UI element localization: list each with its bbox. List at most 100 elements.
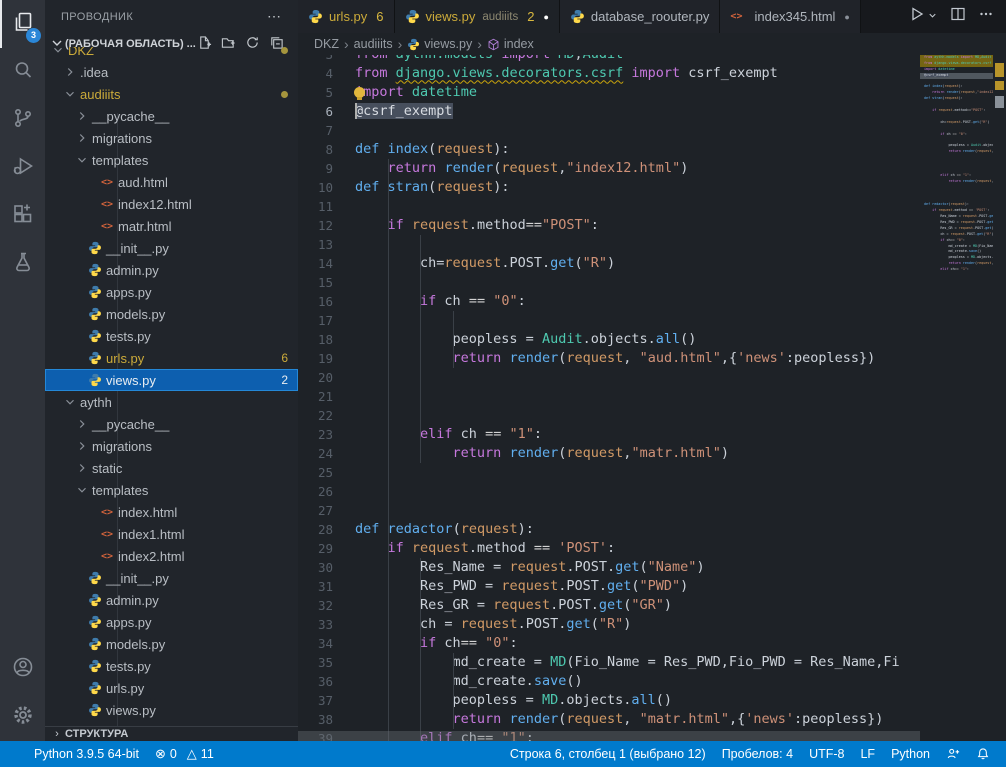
code-line-12[interactable]: 12 if request.method=="POST": [298,216,920,235]
tree-item-migrations[interactable]: migrations [45,435,298,457]
tree-item-admin-py[interactable]: admin.py [45,589,298,611]
more-actions-icon[interactable]: ⋯ [267,8,282,25]
tree-item-index1-html[interactable]: <>index1.html [45,523,298,545]
status-cursor-position[interactable]: Строка 6, столбец 1 (выбрано 12) [502,741,714,767]
status-python-interpreter[interactable]: Python 3.9.5 64-bit [26,741,147,767]
tree-item-migrations[interactable]: migrations [45,127,298,149]
tab-urls-py[interactable]: urls.py6 [298,0,395,33]
code-line-8[interactable]: 8def index(request): [298,140,920,159]
code-line-19[interactable]: 19 return render(request, "aud.html",{'n… [298,349,920,368]
tree-item-index-html[interactable]: <>index.html [45,501,298,523]
code-line-38[interactable]: 38 return render(request, "matr.html",{'… [298,710,920,729]
activity-item-testing[interactable] [0,240,45,288]
tree-item-aythh[interactable]: aythh [45,391,298,413]
tree-item-static[interactable]: static [45,457,298,479]
tree-item--pycache-[interactable]: __pycache__ [45,413,298,435]
code-line-37[interactable]: 37 peopless = MD.objects.all() [298,691,920,710]
code-line-20[interactable]: 20 [298,368,920,387]
code-line-34[interactable]: 34 if ch== "0": [298,634,920,653]
tree-item-apps-py[interactable]: apps.py [45,281,298,303]
code-line-4[interactable]: 4from django.views.decorators.csrf impor… [298,64,920,83]
tree-item-aud-html[interactable]: <>aud.html [45,171,298,193]
code-line-5[interactable]: 5import datetime [298,83,920,102]
tree-item-tests-py[interactable]: tests.py [45,325,298,347]
tree-item-matr-html[interactable]: <>matr.html [45,215,298,237]
activity-item-extensions[interactable] [0,192,45,240]
activity-item-account[interactable] [0,645,45,693]
status-notifications[interactable] [968,741,998,767]
activity-item-source-control[interactable] [0,96,45,144]
breadcrumb-item-dkz[interactable]: DKZ [314,37,339,51]
code-line-6[interactable]: 6@csrf_exempt [298,102,920,121]
more-actions-icon[interactable] [978,6,994,27]
code-line-13[interactable]: 13 [298,235,920,254]
split-editor-icon[interactable] [950,6,966,27]
code-line-31[interactable]: 31 Res_PWD = request.POST.get("PWD") [298,577,920,596]
activity-item-run-and-debug[interactable] [0,144,45,192]
code-line-24[interactable]: 24 return render(request,"matr.html") [298,444,920,463]
status-indentation[interactable]: Пробелов: 4 [714,741,801,767]
tree-item--init-py[interactable]: __init__.py [45,237,298,259]
run-button[interactable] [909,6,938,27]
status-encoding[interactable]: UTF-8 [801,741,852,767]
code-line-23[interactable]: 23 elif ch == "1": [298,425,920,444]
code-line-16[interactable]: 16 if ch == "0": [298,292,920,311]
code-line-18[interactable]: 18 peopless = Audit.objects.all() [298,330,920,349]
tree-item--pycache-[interactable]: __pycache__ [45,105,298,127]
minimap[interactable]: from aythh.models import MD,Auditfrom dj… [920,55,993,741]
breadcrumb-item-views-py[interactable]: views.py [407,37,472,51]
tree-item-urls-py[interactable]: urls.py6 [45,347,298,369]
code-line-14[interactable]: 14 ch=request.POST.get("R") [298,254,920,273]
activity-item-explorer[interactable]: 3 [0,0,45,48]
code-line-35[interactable]: 35 md_create = MD(Fio_Name = Res_PWD,Fio… [298,653,920,672]
horizontal-scrollbar[interactable] [298,731,920,741]
tab-index345-html[interactable]: <>index345.html● [720,0,860,33]
code-line-33[interactable]: 33 ch = request.POST.get("R") [298,615,920,634]
tree-item-audiiits[interactable]: audiiits [45,83,298,105]
status-problems[interactable]: ⊗0△11 [147,741,222,767]
code-line-22[interactable]: 22 [298,406,920,425]
tree-item-models-py[interactable]: models.py [45,303,298,325]
status-feedback[interactable] [938,741,968,767]
status-eol[interactable]: LF [852,741,883,767]
code-line-10[interactable]: 10def stran(request): [298,178,920,197]
code-line-3[interactable]: 3from aythh.models import MD,Audit [298,55,920,64]
breadcrumb-item-audiiits[interactable]: audiiits [354,37,393,51]
code-line-27[interactable]: 27 [298,501,920,520]
tree-item-urls-py[interactable]: urls.py [45,677,298,699]
code-line-9[interactable]: 9 return render(request,"index12.html") [298,159,920,178]
tab-views-py[interactable]: views.pyaudiiits2● [395,0,560,33]
overview-ruler[interactable] [993,55,1006,741]
code-line-17[interactable]: 17 [298,311,920,330]
code-line-7[interactable]: 7 [298,121,920,140]
code-line-21[interactable]: 21 [298,387,920,406]
code-line-15[interactable]: 15 [298,273,920,292]
tree-item-index12-html[interactable]: <>index12.html [45,193,298,215]
outline-section-header[interactable]: › СТРУКТУРА [45,726,298,741]
tree-item-views-py[interactable]: views.py2 [45,369,298,391]
tree-item-models-py[interactable]: models.py [45,633,298,655]
tab-database-roouter-py[interactable]: database_roouter.py [560,0,721,33]
tree-item-apps-py[interactable]: apps.py [45,611,298,633]
activity-item-settings[interactable] [0,693,45,741]
code-line-26[interactable]: 26 [298,482,920,501]
code-line-28[interactable]: 28def redactor(request): [298,520,920,539]
code-line-25[interactable]: 25 [298,463,920,482]
code-line-30[interactable]: 30 Res_Name = request.POST.get("Name") [298,558,920,577]
tree-item-templates[interactable]: templates [45,149,298,171]
breadcrumb-item-index[interactable]: index [487,37,534,51]
tree-item-dkz[interactable]: DKZ [45,47,298,61]
tree-item--idea[interactable]: .idea [45,61,298,83]
code-line-29[interactable]: 29 if request.method == 'POST': [298,539,920,558]
code-line-32[interactable]: 32 Res_GR = request.POST.get("GR") [298,596,920,615]
lightbulb-icon[interactable] [354,87,365,98]
tree-item-views-py[interactable]: views.py [45,699,298,721]
status-language-mode[interactable]: Python [883,741,938,767]
tree-item-tests-py[interactable]: tests.py [45,655,298,677]
tree-item-templates[interactable]: templates [45,479,298,501]
code-line-11[interactable]: 11 [298,197,920,216]
activity-item-search[interactable] [0,48,45,96]
tree-item--init-py[interactable]: __init__.py [45,567,298,589]
code-editor[interactable]: 3from aythh.models import MD,Audit4from … [298,55,1006,741]
code-line-36[interactable]: 36 md_create.save() [298,672,920,691]
